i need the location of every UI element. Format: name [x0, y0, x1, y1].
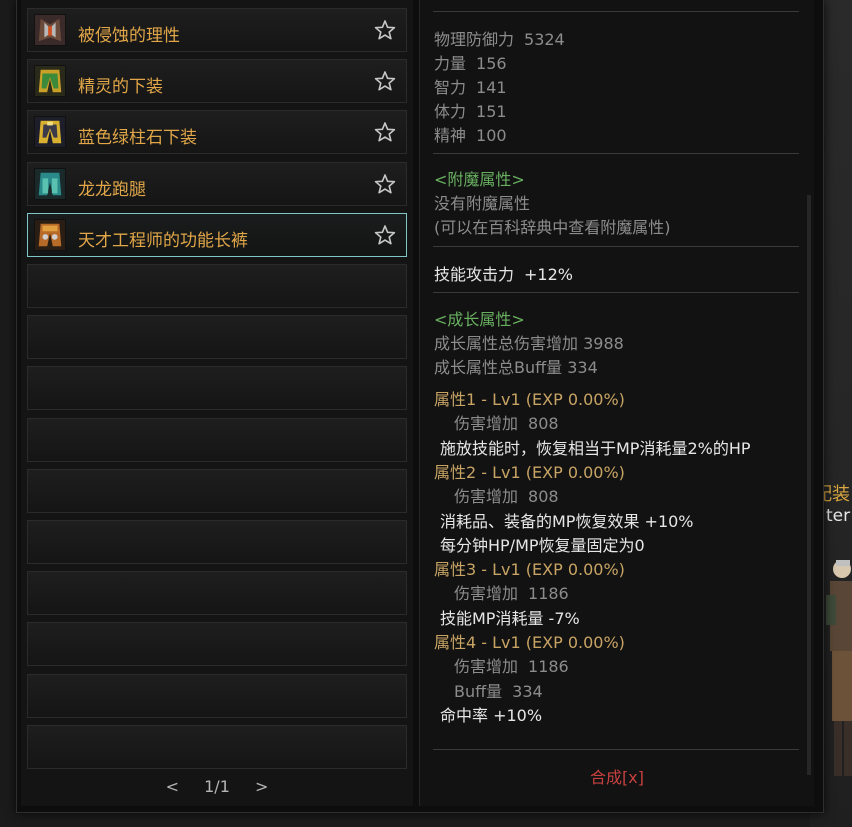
attribute-sub-value: 808: [528, 414, 559, 434]
item-detail-panel: 物理防御力 5324 力量 156 智力 141 体力 151 精神 100 <附魔属性> 没有附…: [419, 0, 814, 806]
item-window: 被侵蚀的理性 精灵的下装蓝色绿柱石下装 龙龙跑腿天才工程师的功能长裤 < 1/1 >…: [16, 0, 824, 813]
item-list-panel: 被侵蚀的理性 精灵的下装蓝色绿柱石下装 龙龙跑腿天才工程师的功能长裤 < 1/1 >: [21, 0, 413, 806]
attribute-sub-value: 808: [528, 487, 559, 507]
page-indicator: 1/1: [204, 777, 230, 796]
attribute-title: 属性1 - Lv1 (EXP 0.00%): [434, 390, 625, 409]
item-name: 龙龙跑腿: [78, 179, 146, 200]
item-slot[interactable]: 龙龙跑腿: [27, 161, 407, 206]
attribute-effect: 命中率 +10%: [440, 705, 543, 725]
star-icon[interactable]: [374, 70, 396, 92]
item-slot[interactable]: 蓝色绿柱石下装: [27, 110, 407, 155]
divider: [433, 246, 799, 247]
base-stat: 精神 100: [434, 122, 507, 146]
item-slot[interactable]: 天才工程师的功能长裤: [27, 212, 407, 257]
attribute-sub-value: 1186: [528, 657, 569, 677]
attribute-effect: 消耗品、装备的MP恢复效果 +10%: [440, 511, 694, 531]
background-label-2: ter: [826, 506, 851, 526]
empty-slot: [27, 417, 407, 462]
star-icon[interactable]: [374, 173, 396, 195]
empty-slot: [27, 571, 407, 616]
item-name: 天才工程师的功能长裤: [78, 230, 248, 251]
growth-total-buff: 成长属性总Buff量 334: [434, 358, 598, 377]
star-icon[interactable]: [374, 19, 396, 41]
attribute-sub-value: 1186: [528, 584, 569, 604]
attribute-effect: 每分钟HP/MP恢复量固定为0: [440, 535, 645, 555]
attribute-effect: 施放技能时，恢复相当于MP消耗量2%的HP: [440, 438, 751, 458]
attribute-title: 属性2 - Lv1 (EXP 0.00%): [434, 462, 625, 482]
skill-attack-value: +12%: [524, 265, 573, 284]
star-icon[interactable]: [374, 121, 396, 143]
attribute-effect: 技能MP消耗量 -7%: [440, 608, 580, 628]
attribute-title: 属性4 - Lv1 (EXP 0.00%): [434, 633, 625, 652]
skill-attack-label: 技能攻击力: [434, 265, 515, 284]
item-name: 蓝色绿柱石下装: [78, 128, 197, 149]
prev-page-button[interactable]: <: [166, 777, 179, 796]
growth-total-damage: 成长属性总伤害增加 3988: [434, 334, 624, 353]
divider: [433, 749, 799, 750]
attribute-title: 属性3 - Lv1 (EXP 0.00%): [434, 560, 625, 580]
attribute-buff-stat: Buff量 334: [454, 678, 543, 702]
empty-slot: [27, 315, 407, 360]
attribute-damage-stat: 伤害增加 808: [454, 410, 559, 434]
stat-label: 力量: [434, 54, 467, 73]
attribute-damage-stat: 伤害增加 1186: [454, 653, 569, 677]
empty-slot: [27, 520, 407, 564]
divider: [433, 11, 799, 12]
stat-label: 智力: [434, 78, 467, 97]
empty-slot: [27, 264, 407, 308]
stat-label: 精神: [434, 126, 467, 145]
character-sprite: [826, 560, 852, 776]
skill-attack-stat: 技能攻击力 +12%: [434, 261, 573, 285]
scrollbar-thumb[interactable]: [807, 195, 811, 775]
next-page-button[interactable]: >: [255, 777, 268, 796]
stat-label: 物理防御力: [434, 30, 515, 49]
attribute-extra-label: Buff量: [454, 681, 503, 701]
item-slot[interactable]: 被侵蚀的理性: [27, 8, 407, 52]
base-stat: 力量 156: [434, 50, 507, 74]
synthesize-button[interactable]: 合成[x]: [420, 764, 814, 788]
item-slot[interactable]: 精灵的下装: [27, 59, 407, 104]
beryl-pants-icon: [34, 116, 66, 149]
stat-label: 体力: [434, 102, 467, 121]
attribute-extra-value: 334: [512, 681, 543, 701]
dark-armor-icon: [34, 14, 66, 46]
attribute-sub-label: 伤害增加: [454, 657, 519, 677]
base-stat: 体力 151: [434, 98, 507, 122]
enchant-hint-text: (可以在百科辞典中查看附魔属性): [434, 218, 671, 237]
attribute-damage-stat: 伤害增加 1186: [454, 580, 569, 604]
empty-slot: [27, 673, 407, 718]
item-name: 精灵的下装: [78, 77, 163, 98]
empty-slot: [27, 366, 407, 411]
star-icon[interactable]: [374, 224, 396, 246]
attribute-damage-stat: 伤害增加 808: [454, 483, 559, 507]
stat-value: 156: [476, 54, 507, 73]
engineer-pants-icon: [34, 218, 66, 251]
attribute-sub-label: 伤害增加: [454, 584, 519, 604]
stat-value: 151: [476, 102, 507, 121]
divider: [433, 153, 799, 154]
dragon-legs-icon: [34, 167, 66, 200]
empty-slot: [27, 468, 407, 513]
enchant-header: <附魔属性>: [434, 170, 525, 189]
enchant-none-text: 没有附魔属性: [434, 194, 531, 213]
item-name: 被侵蚀的理性: [78, 26, 180, 46]
scrollbar[interactable]: [807, 195, 811, 775]
growth-header: <成长属性>: [434, 310, 525, 329]
divider: [433, 292, 799, 293]
elf-pants-icon: [34, 65, 66, 98]
stat-value: 5324: [524, 30, 565, 49]
attribute-sub-label: 伤害增加: [454, 487, 519, 507]
base-stat: 物理防御力 5324: [434, 26, 565, 50]
empty-slot: [27, 724, 407, 769]
empty-slot: [27, 622, 407, 667]
base-stat: 智力 141: [434, 74, 507, 98]
attribute-sub-label: 伤害增加: [454, 414, 519, 434]
stat-value: 141: [476, 78, 507, 97]
pager: < 1/1 >: [21, 777, 413, 796]
stat-value: 100: [476, 126, 507, 145]
